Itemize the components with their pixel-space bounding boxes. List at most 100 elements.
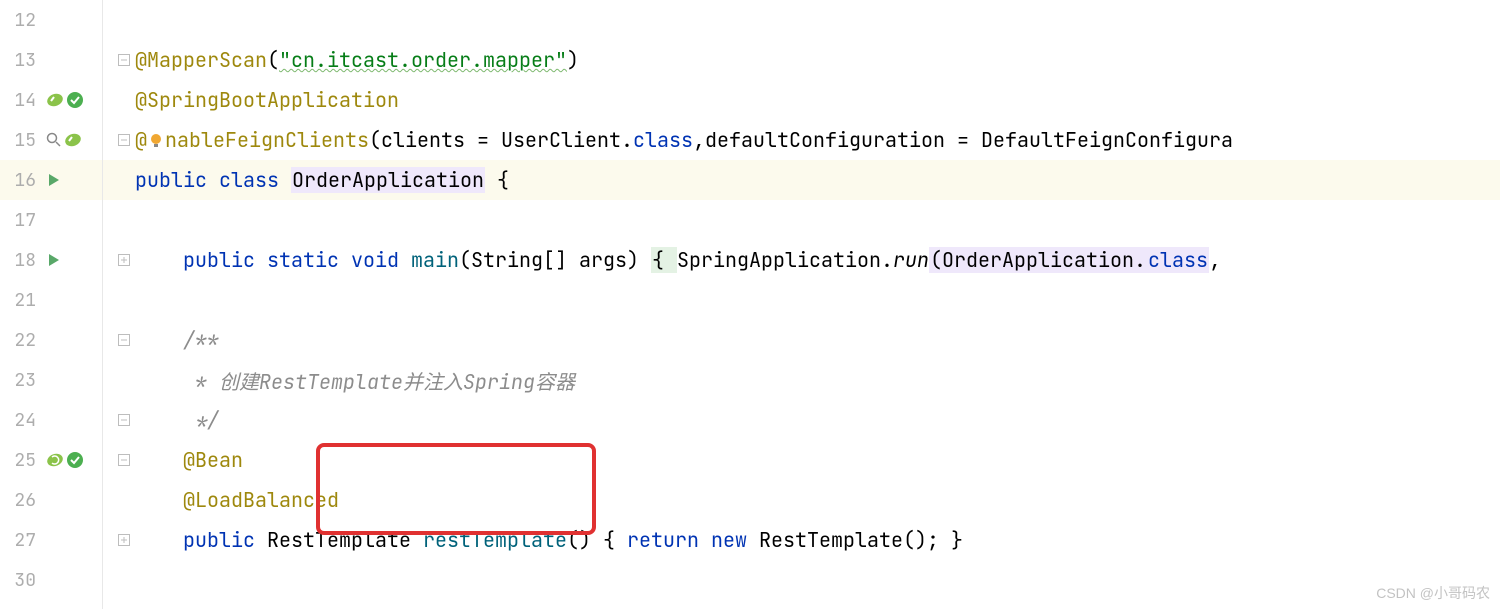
gutter-row: 16 [0, 160, 102, 200]
watermark: CSDN @小哥码农 [1376, 583, 1490, 603]
line-number: 17 [0, 209, 42, 232]
code-line[interactable] [103, 280, 1500, 320]
keyword: class [219, 167, 291, 193]
coverage-icon [46, 91, 64, 109]
keyword: class [633, 127, 693, 153]
code-line[interactable]: */ [103, 400, 1500, 440]
keyword: public [183, 527, 267, 553]
annotation: @ [135, 127, 147, 153]
method-name: main [411, 247, 459, 273]
line-number: 30 [0, 569, 42, 592]
code-line[interactable]: @Bean [103, 440, 1500, 480]
gutter-row: 27 [0, 520, 102, 560]
gutter-icons[interactable] [42, 172, 102, 188]
line-number: 26 [0, 489, 42, 512]
brace: { [485, 167, 509, 193]
keyword: void [351, 247, 411, 273]
gutter-icons[interactable] [42, 451, 102, 469]
code-line[interactable]: public static void main(String[] args) {… [103, 240, 1500, 280]
code-text: (OrderApplication. [929, 247, 1147, 273]
fold-gutter[interactable] [113, 334, 135, 346]
coverage-check-icon [66, 451, 84, 469]
keyword: class [1147, 247, 1209, 273]
gutter-row: 21 [0, 280, 102, 320]
coverage-icon [64, 131, 82, 149]
fold-gutter[interactable] [113, 54, 135, 66]
gutter-icons[interactable] [42, 131, 102, 149]
code-text: SpringApplication. [677, 247, 893, 273]
fold-gutter[interactable] [113, 454, 135, 466]
code-line[interactable]: public class OrderApplication { [103, 160, 1500, 200]
search-icon [46, 132, 62, 148]
params: (String[] args) [459, 247, 651, 273]
gutter-row: 12 [0, 0, 102, 40]
brace: { [651, 247, 677, 273]
code-editor[interactable]: @MapperScan("cn.itcast.order.mapper") @S… [103, 0, 1500, 609]
run-icon[interactable] [46, 252, 62, 268]
gutter-row: 15 [0, 120, 102, 160]
gutter-row: 26 [0, 480, 102, 520]
gutter-icons[interactable] [42, 91, 102, 109]
method-call: run [893, 247, 929, 273]
type: RestTemplate [267, 527, 423, 553]
code-line[interactable]: public RestTemplate restTemplate() { ret… [103, 520, 1500, 560]
paren: ) [567, 47, 579, 73]
code-line[interactable]: /** [103, 320, 1500, 360]
fold-gutter[interactable] [113, 534, 135, 546]
code-text: ,defaultConfiguration = DefaultFeignConf… [693, 127, 1233, 153]
gutter-row: 14 [0, 80, 102, 120]
line-number: 16 [0, 169, 42, 192]
fold-minus-icon[interactable] [118, 54, 130, 66]
line-number: 23 [0, 369, 42, 392]
method-name: restTemplate [423, 527, 567, 553]
code-line[interactable] [103, 0, 1500, 40]
fold-plus-icon[interactable] [118, 534, 130, 546]
type: RestTemplate [759, 527, 903, 553]
fold-end-icon[interactable] [118, 414, 130, 426]
code-line[interactable] [103, 200, 1500, 240]
line-number: 21 [0, 289, 42, 312]
code-line[interactable]: @MapperScan("cn.itcast.order.mapper") [103, 40, 1500, 80]
line-number: 18 [0, 249, 42, 272]
coverage-check-icon [66, 91, 84, 109]
keyword: return [627, 527, 711, 553]
code-line[interactable]: * 创建RestTemplate并注入Spring容器 [103, 360, 1500, 400]
gutter-row: 30 [0, 560, 102, 600]
code-text: , [1209, 247, 1233, 273]
annotation: @Bean [183, 447, 243, 473]
line-number: 22 [0, 329, 42, 352]
fold-gutter[interactable] [113, 414, 135, 426]
line-number: 25 [0, 449, 42, 472]
gutter-row: 13 [0, 40, 102, 80]
annotation: @LoadBalanced [183, 487, 339, 513]
line-number: 15 [0, 129, 42, 152]
fold-plus-icon[interactable] [118, 254, 130, 266]
fold-gutter[interactable] [113, 254, 135, 266]
comment: /** [183, 327, 219, 353]
fold-gutter[interactable] [113, 134, 135, 146]
keyword: static [267, 247, 351, 273]
fold-minus-icon[interactable] [118, 454, 130, 466]
line-number: 27 [0, 529, 42, 552]
code-text: () { [567, 527, 627, 553]
annotation: @MapperScan [135, 47, 267, 73]
code-line[interactable]: @ nableFeignClients(clients = UserClient.… [103, 120, 1500, 160]
comment: * 创建RestTemplate并注入Spring容器 [183, 366, 575, 395]
keyword: public [135, 167, 219, 193]
gutter-row: 22 [0, 320, 102, 360]
gutter-icons[interactable] [42, 252, 102, 268]
gutter-row: 25 [0, 440, 102, 480]
line-number: 24 [0, 409, 42, 432]
code-text: (clients = UserClient. [369, 127, 633, 153]
fold-minus-icon[interactable] [118, 334, 130, 346]
code-line[interactable]: @SpringBootApplication [103, 80, 1500, 120]
fold-minus-icon[interactable] [118, 134, 130, 146]
code-line[interactable]: @LoadBalanced [103, 480, 1500, 520]
paren: ( [267, 47, 279, 73]
annotation: nableFeignClients [165, 127, 369, 153]
class-name: OrderApplication [291, 167, 485, 193]
code-line[interactable] [103, 560, 1500, 600]
intention-bulb-icon[interactable] [147, 131, 165, 149]
keyword: new [711, 527, 759, 553]
run-icon[interactable] [46, 172, 62, 188]
